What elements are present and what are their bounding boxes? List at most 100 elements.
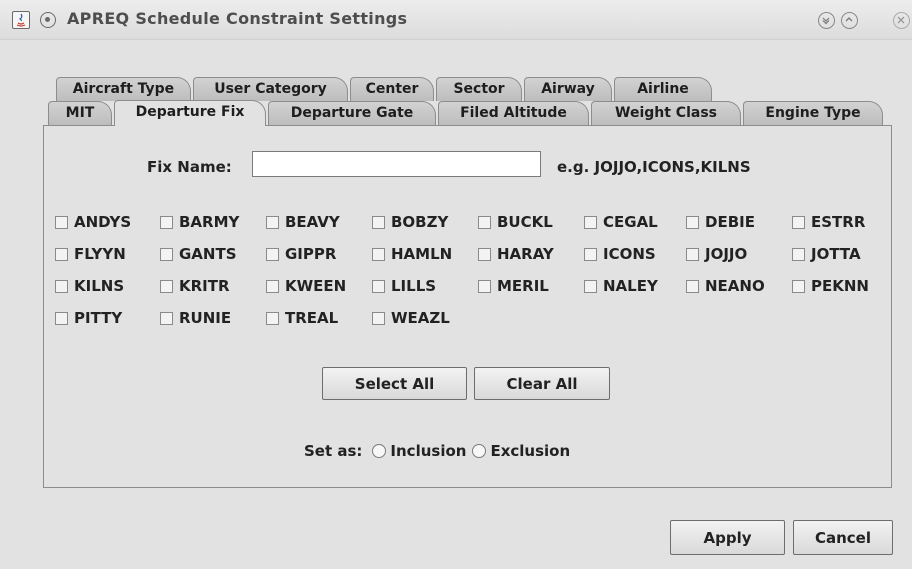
checkbox-label: BOBZY <box>391 213 449 231</box>
radio-circle[interactable] <box>472 444 487 458</box>
window-title: APREQ Schedule Constraint Settings <box>67 9 408 28</box>
checkbox-box[interactable] <box>55 279 68 293</box>
checkbox-box[interactable] <box>266 279 279 293</box>
checkbox-box[interactable] <box>266 311 279 325</box>
checkbox-barmy[interactable]: BARMY <box>160 212 239 232</box>
checkbox-box[interactable] <box>372 311 385 325</box>
checkbox-box[interactable] <box>478 247 491 261</box>
fix-name-label: Fix Name: <box>147 158 232 176</box>
checkbox-cegal[interactable]: CEGAL <box>584 212 658 232</box>
cancel-button[interactable]: Cancel <box>793 520 893 555</box>
inclusion-radio[interactable]: Inclusion <box>372 442 466 460</box>
checkbox-label: DEBIE <box>705 213 755 231</box>
checkbox-kween[interactable]: KWEEN <box>266 276 346 296</box>
checkbox-box[interactable] <box>478 215 491 229</box>
checkbox-label: KWEEN <box>285 277 347 295</box>
departure-fix-panel <box>43 125 892 488</box>
exclusion-label: Exclusion <box>490 442 571 460</box>
tab-center[interactable]: Center <box>350 77 434 101</box>
tab-airway[interactable]: Airway <box>524 77 612 101</box>
checkbox-box[interactable] <box>372 215 385 229</box>
checkbox-debie[interactable]: DEBIE <box>686 212 755 232</box>
window-menu-icon[interactable] <box>40 12 56 28</box>
checkbox-box[interactable] <box>792 215 805 229</box>
checkbox-box[interactable] <box>686 215 699 229</box>
checkbox-box[interactable] <box>266 215 279 229</box>
checkbox-box[interactable] <box>686 279 699 293</box>
tab-engine-type[interactable]: Engine Type <box>743 101 883 125</box>
checkbox-box[interactable] <box>55 247 68 261</box>
minimize-icon[interactable] <box>818 12 835 29</box>
checkbox-lills[interactable]: LILLS <box>372 276 436 296</box>
checkbox-jotta[interactable]: JOTTA <box>792 244 861 264</box>
checkbox-kritr[interactable]: KRITR <box>160 276 230 296</box>
checkbox-label: BARMY <box>179 213 240 231</box>
checkbox-buckl[interactable]: BUCKL <box>478 212 553 232</box>
checkbox-box[interactable] <box>478 279 491 293</box>
clear-all-button[interactable]: Clear All <box>474 367 610 400</box>
tab-filed-altitude[interactable]: Filed Altitude <box>438 101 589 125</box>
maximize-icon[interactable] <box>841 12 858 29</box>
radio-circle[interactable] <box>372 444 387 458</box>
checkbox-peknn[interactable]: PEKNN <box>792 276 869 296</box>
checkbox-box[interactable] <box>160 279 173 293</box>
tab-airline[interactable]: Airline <box>614 77 712 101</box>
fix-name-input[interactable] <box>252 151 541 177</box>
checkbox-flyyn[interactable]: FLYYN <box>55 244 126 264</box>
select-all-button[interactable]: Select All <box>322 367 467 400</box>
checkbox-naley[interactable]: NALEY <box>584 276 658 296</box>
checkbox-icons[interactable]: ICONS <box>584 244 656 264</box>
checkbox-box[interactable] <box>55 215 68 229</box>
checkbox-label: FLYYN <box>74 245 126 263</box>
checkbox-runie[interactable]: RUNIE <box>160 308 231 328</box>
checkbox-weazl[interactable]: WEAZL <box>372 308 450 328</box>
tab-departure-fix[interactable]: Departure Fix <box>114 100 266 126</box>
tab-mit[interactable]: MIT <box>48 101 112 125</box>
tab-user-category[interactable]: User Category <box>193 77 348 101</box>
checkbox-haray[interactable]: HARAY <box>478 244 554 264</box>
checkbox-box[interactable] <box>55 311 68 325</box>
checkbox-box[interactable] <box>584 247 597 261</box>
checkbox-label: WEAZL <box>391 309 450 327</box>
checkbox-box[interactable] <box>584 215 597 229</box>
checkbox-box[interactable] <box>266 247 279 261</box>
checkbox-box[interactable] <box>372 247 385 261</box>
checkbox-bobzy[interactable]: BOBZY <box>372 212 448 232</box>
checkbox-box[interactable] <box>160 247 173 261</box>
checkbox-neano[interactable]: NEANO <box>686 276 765 296</box>
checkbox-label: ICONS <box>603 245 656 263</box>
checkbox-gants[interactable]: GANTS <box>160 244 237 264</box>
checkbox-meril[interactable]: MERIL <box>478 276 549 296</box>
checkbox-estrr[interactable]: ESTRR <box>792 212 865 232</box>
tab-sector[interactable]: Sector <box>436 77 522 101</box>
tab-departure-gate[interactable]: Departure Gate <box>268 101 436 125</box>
checkbox-label: BEAVY <box>285 213 340 231</box>
java-app-icon[interactable] <box>12 11 30 29</box>
checkbox-label: TREAL <box>285 309 339 327</box>
checkbox-gippr[interactable]: GIPPR <box>266 244 336 264</box>
checkbox-treal[interactable]: TREAL <box>266 308 338 328</box>
checkbox-box[interactable] <box>372 279 385 293</box>
apply-button[interactable]: Apply <box>670 520 785 555</box>
fix-example-text: e.g. JOJJO,ICONS,KILNS <box>557 158 751 176</box>
exclusion-radio[interactable]: Exclusion <box>472 442 570 460</box>
checkbox-box[interactable] <box>792 279 805 293</box>
checkbox-box[interactable] <box>584 279 597 293</box>
checkbox-box[interactable] <box>160 215 173 229</box>
checkbox-hamln[interactable]: HAMLN <box>372 244 452 264</box>
tab-aircraft-type[interactable]: Aircraft Type <box>56 77 191 101</box>
tab-weight-class[interactable]: Weight Class <box>591 101 741 125</box>
checkbox-kilns[interactable]: KILNS <box>55 276 124 296</box>
checkbox-label: ESTRR <box>811 213 866 231</box>
checkbox-beavy[interactable]: BEAVY <box>266 212 340 232</box>
checkbox-andys[interactable]: ANDYS <box>55 212 131 232</box>
set-as-label: Set as: <box>304 442 363 460</box>
checkbox-label: KRITR <box>179 277 230 295</box>
checkbox-box[interactable] <box>686 247 699 261</box>
checkbox-box[interactable] <box>792 247 805 261</box>
checkbox-label: RUNIE <box>179 309 232 327</box>
checkbox-pitty[interactable]: PITTY <box>55 308 122 328</box>
close-icon[interactable] <box>893 12 910 29</box>
checkbox-jojjo[interactable]: JOJJO <box>686 244 747 264</box>
checkbox-box[interactable] <box>160 311 173 325</box>
